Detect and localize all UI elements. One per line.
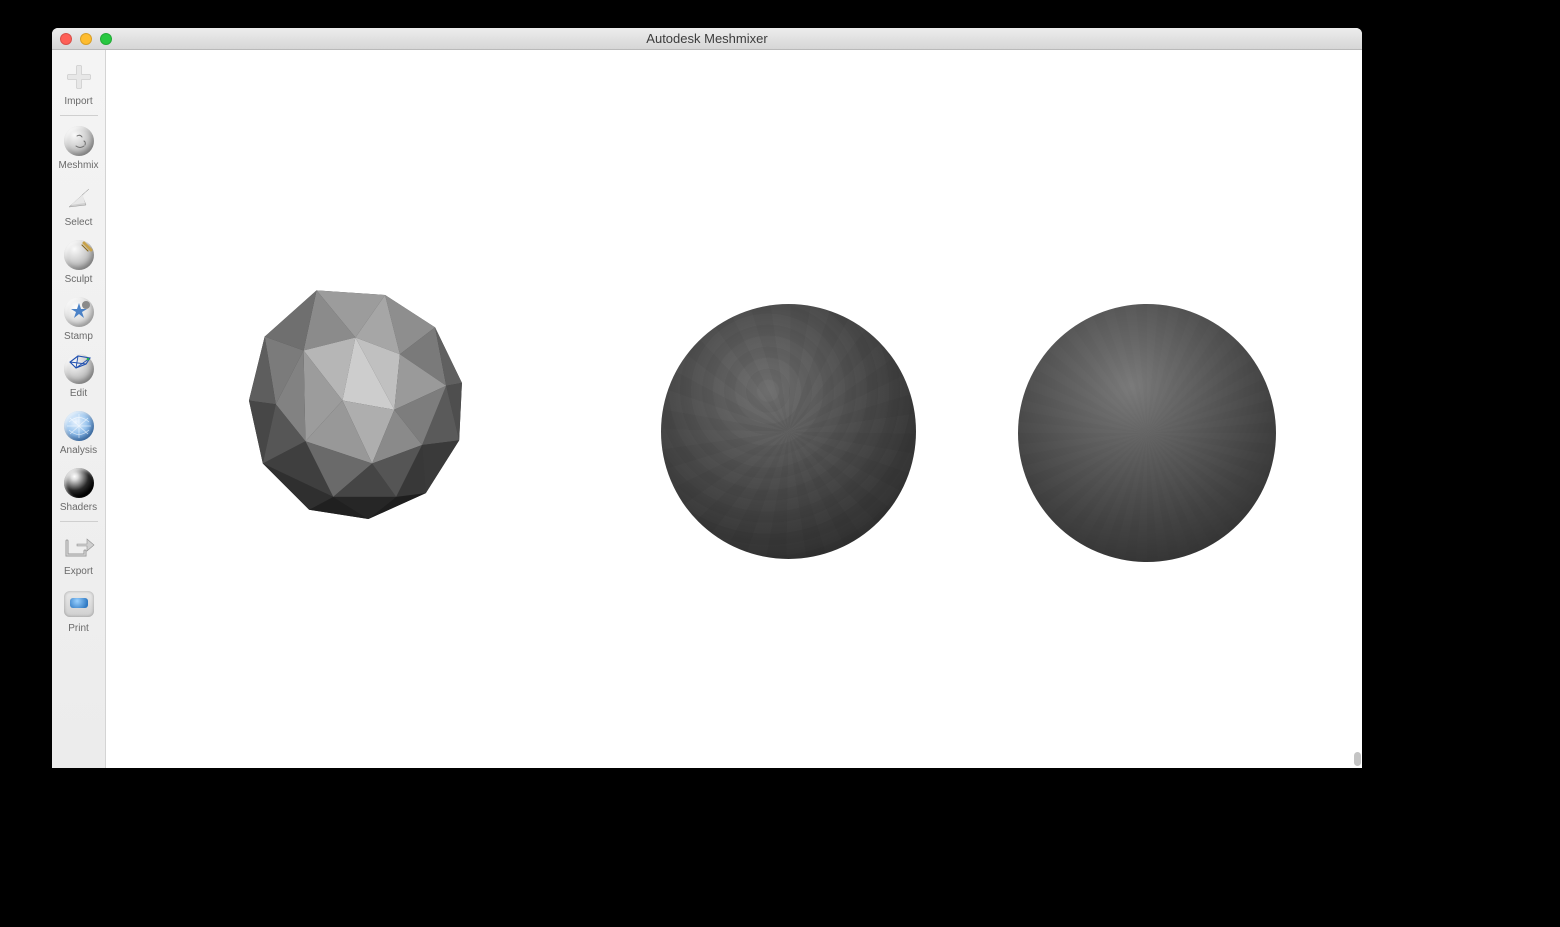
tool-edit[interactable]: Edit xyxy=(55,348,103,405)
close-icon[interactable] xyxy=(60,33,72,45)
tool-export-label: Export xyxy=(64,566,93,577)
tool-edit-label: Edit xyxy=(70,388,87,399)
tool-meshmix-label: Meshmix xyxy=(58,160,98,171)
tool-select-label: Select xyxy=(65,217,93,228)
sculpt-sphere-icon xyxy=(62,238,96,272)
tool-sculpt[interactable]: Sculpt xyxy=(55,234,103,291)
head-sphere-icon xyxy=(62,124,96,158)
minimize-icon[interactable] xyxy=(80,33,92,45)
tool-stamp-label: Stamp xyxy=(64,331,93,342)
tool-import[interactable]: Import xyxy=(55,56,103,113)
analysis-wire-sphere-icon xyxy=(62,409,96,443)
window-body: Import Meshmix xyxy=(52,50,1362,768)
scrollbar-stub[interactable] xyxy=(1354,752,1361,766)
export-arrow-icon xyxy=(62,530,96,564)
mesh-high-poly-sphere[interactable] xyxy=(1018,304,1276,562)
tool-shaders-label: Shaders xyxy=(60,502,97,513)
edit-wire-icon xyxy=(62,352,96,386)
printer-icon xyxy=(62,587,96,621)
stamp-icon xyxy=(62,295,96,329)
shiny-sphere-icon xyxy=(62,466,96,500)
tool-meshmix[interactable]: Meshmix xyxy=(55,120,103,177)
separator xyxy=(60,521,98,522)
tool-export[interactable]: Export xyxy=(55,526,103,583)
tool-analysis-label: Analysis xyxy=(60,445,97,456)
viewport-canvas[interactable] xyxy=(106,50,1362,768)
tool-select[interactable]: Select xyxy=(55,177,103,234)
mesh-low-poly-sphere[interactable] xyxy=(236,282,486,532)
tool-shaders[interactable]: Shaders xyxy=(55,462,103,519)
toolbar: Import Meshmix xyxy=(52,50,106,768)
tool-stamp[interactable]: Stamp xyxy=(55,291,103,348)
separator xyxy=(60,115,98,116)
window-controls xyxy=(60,33,112,45)
app-window: Autodesk Meshmixer Import xyxy=(52,28,1362,768)
cursor-arrow-icon xyxy=(62,181,96,215)
tool-print[interactable]: Print xyxy=(55,583,103,640)
tool-import-label: Import xyxy=(64,96,92,107)
mesh-mid-poly-sphere[interactable] xyxy=(661,304,916,559)
tool-analysis[interactable]: Analysis xyxy=(55,405,103,462)
viewport-3d[interactable] xyxy=(106,50,1362,768)
zoom-icon[interactable] xyxy=(100,33,112,45)
plus-icon xyxy=(62,60,96,94)
titlebar[interactable]: Autodesk Meshmixer xyxy=(52,28,1362,50)
window-title: Autodesk Meshmixer xyxy=(52,31,1362,46)
tool-print-label: Print xyxy=(68,623,89,634)
tool-sculpt-label: Sculpt xyxy=(65,274,93,285)
